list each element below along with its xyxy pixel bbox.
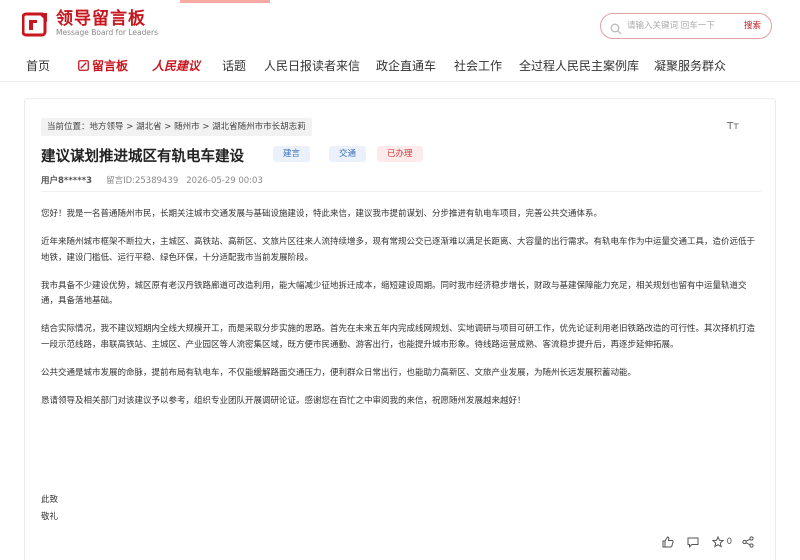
main-nav: 首页 留言板 人民建议 话题 人民日报读者来信 政企直通车 社会工作 全过程人民… [0,50,800,82]
share-button[interactable] [742,536,757,548]
post-actions: 0 [652,536,757,548]
breadcrumb: 当前位置：地方领导 > 湖北省 > 随州市 > 湖北省随州市市长胡志莉 [41,118,312,136]
site-header: 领导留言板 Message Board for Leaders 搜索 [0,0,800,50]
pen-icon [78,60,89,71]
font-size-toggle[interactable]: Tт [727,121,739,132]
post-id: 留言ID:25389439 [106,176,179,186]
post-paragraph: 恳请领导及相关部门对该建议予以参考，组织专业团队开展调研论证。感谢您在百忙之中审… [41,395,526,406]
nav-item-label: 留言板 [92,59,129,73]
post-meta: 用户8*****3 留言ID:25389439 2026-05-29 00:03 [41,174,263,186]
breadcrumb-separator: > [164,122,172,132]
breadcrumb-separator: > [202,122,210,132]
post-paragraph: 公共交通是城市发展的命脉，提前布局有轨电车，不仅能缓解路面交通压力，便利群众日常… [41,367,637,378]
collect-button[interactable]: 0 [711,536,732,548]
top-accent-bar [180,0,270,3]
breadcrumb-separator: > [126,122,134,132]
share-icon [742,536,754,548]
tag-category: 建言 [273,146,311,162]
breadcrumb-prefix: 当前位置： [47,122,90,132]
nav-item-democracy-cases[interactable]: 全过程人民民主案例库 [519,57,639,74]
site-logo[interactable]: 领导留言板 Message Board for Leaders [21,10,158,38]
nav-item-people-suggestion[interactable]: 人民建议 [152,57,200,74]
comment-icon [687,537,699,548]
post-body: 您好！我是一名普通随州市民，长期关注城市交通发展与基础设施建设，特此来信，建议我… [41,207,761,422]
logo-text: 领导留言板 Message Board for Leaders [56,10,158,38]
nav-item-message-board[interactable]: 留言板 [78,57,128,74]
logo-subtitle: Message Board for Leaders [56,28,159,37]
post-paragraph: 近年来随州城市框架不断拉大，主城区、高铁站、高新区、文旅片区往来人流持续增多，现… [41,237,756,263]
post-paragraph: 我市具备不少建设优势，城区原有老汉丹铁路廊道可改造利用，能大幅减少征地拆迁成本，… [41,280,747,307]
thumbs-up-icon [662,536,674,548]
nav-item-serve-people[interactable]: 凝聚服务群众 [654,57,726,74]
nav-item-readers-letters[interactable]: 人民日报读者来信 [264,57,360,74]
post-paragraph: 您好！我是一名普通随州市民，长期关注城市交通发展与基础设施建设，特此来信，建议我… [41,209,603,219]
closing-line: 敬礼 [41,512,59,522]
message-card: 当前位置：地方领导 > 湖北省 > 随州市 > 湖北省随州市市长胡志莉 Tт 建… [24,98,776,560]
nav-item-gov-enterprise[interactable]: 政企直通车 [376,57,436,74]
search-icon [610,20,623,35]
post-author: 用户8*****3 [41,176,93,186]
post-datetime: 2026-05-29 00:03 [186,176,263,186]
nav-item-home[interactable]: 首页 [26,57,50,74]
search-button[interactable]: 搜索 [744,19,761,31]
breadcrumb-link[interactable]: 地方领导 [90,122,124,132]
post-title: 建议谋划推进城区有轨电车建设 [41,149,244,165]
closing-line: 此致 [41,495,59,505]
breadcrumb-link[interactable]: 随州市 [174,122,200,132]
nav-item-social-work[interactable]: 社会工作 [454,57,502,74]
logo-icon [21,11,48,37]
search-input[interactable] [627,17,723,35]
breadcrumb-link[interactable]: 湖北省 [136,122,162,132]
comment-button[interactable] [687,536,702,548]
collect-count: 0 [726,537,732,547]
breadcrumb-current[interactable]: 湖北省随州市市长胡志莉 [212,122,306,132]
divider [41,191,761,192]
post-closing: 此致 敬礼 [41,492,58,526]
star-icon [711,536,724,548]
tag-domain: 交通 [329,146,367,162]
like-button[interactable] [662,536,677,548]
post-paragraph: 结合实际情况，我不建议短期内全线大规模开工，而是采取分步实施的思路。首先在未来五… [41,324,756,350]
search-box: 搜索 [600,13,772,39]
nav-item-topics[interactable]: 话题 [222,57,246,74]
logo-title: 领导留言板 [56,9,146,29]
status-badge: 已办理 [377,146,423,162]
